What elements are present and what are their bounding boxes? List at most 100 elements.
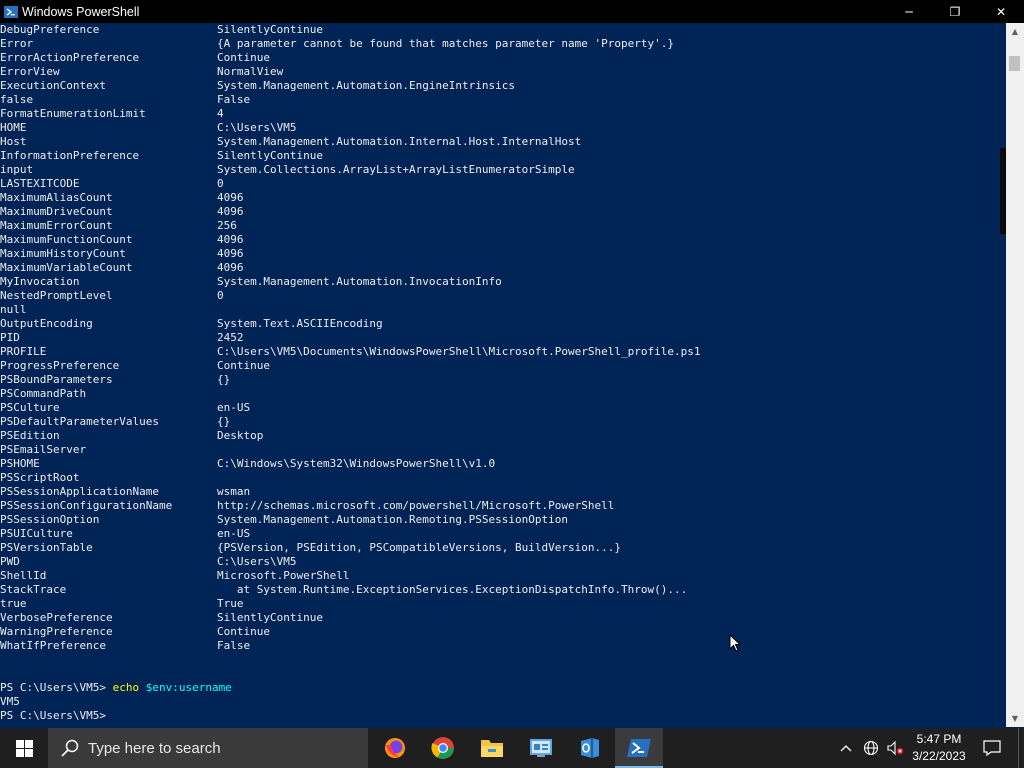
minimize-button[interactable]: ─	[886, 0, 932, 23]
clock-time: 5:47 PM	[916, 732, 962, 746]
variable-row: MaximumVariableCount 4096	[0, 261, 1006, 275]
variable-row: PSScriptRoot	[0, 471, 1006, 485]
variable-row: PROFILE C:\Users\VM5\Documents\WindowsPow…	[0, 345, 1006, 359]
variable-name: PSEdition	[0, 429, 60, 442]
close-icon: ✕	[995, 4, 1007, 19]
variable-row: PSVersionTable {PSVersion, PSEdition, PSC…	[0, 541, 1006, 555]
variable-name: OutputEncoding	[0, 317, 93, 330]
variable-row: MaximumDriveCount 4096	[0, 205, 1006, 219]
variable-name: MaximumErrorCount	[0, 219, 113, 232]
variable-name: ShellId	[0, 569, 47, 582]
variable-name: MaximumDriveCount	[0, 205, 113, 218]
variable-row: MaximumErrorCount 256	[0, 219, 1006, 233]
start-button[interactable]	[0, 728, 48, 768]
variable-value: System.Management.Automation.EngineIntri…	[217, 79, 516, 92]
variable-value: System.Management.Automation.InvocationI…	[217, 275, 502, 288]
variable-row: ProgressPreference Continue	[0, 359, 1006, 373]
variable-name: PSScriptRoot	[0, 471, 80, 484]
variable-name: PSVersionTable	[0, 541, 93, 554]
variable-name: LASTEXITCODE	[0, 177, 80, 190]
variable-name: PSBoundParameters	[0, 373, 113, 386]
variable-row: PSBoundParameters {}	[0, 373, 1006, 387]
taskbar-control-panel[interactable]	[517, 728, 565, 768]
variable-name: false	[0, 93, 34, 106]
variable-value: Desktop	[217, 429, 264, 442]
show-hidden-icons-button[interactable]	[836, 728, 856, 768]
show-desktop-button[interactable]	[1018, 728, 1024, 768]
variable-row: PSUICulture en-US	[0, 527, 1006, 541]
variable-row: FormatEnumerationLimit 4	[0, 107, 1006, 121]
clock-date: 3/22/2023	[912, 749, 966, 763]
search-placeholder: Type here to search	[88, 739, 221, 757]
maximize-button[interactable]: ❐	[932, 0, 978, 23]
variable-row: OutputEncoding System.Text.ASCIIEncoding	[0, 317, 1006, 331]
taskbar-powershell[interactable]	[615, 728, 663, 768]
network-globe-icon	[863, 740, 879, 756]
variable-value: Continue	[217, 51, 270, 64]
variable-row: HOME C:\Users\VM5	[0, 121, 1006, 135]
variable-value: en-US	[217, 401, 251, 414]
variable-row: NestedPromptLevel 0	[0, 289, 1006, 303]
variable-value: System.Text.ASCIIEncoding	[217, 317, 383, 330]
variable-value: 2452	[217, 331, 244, 344]
variable-name: MaximumAliasCount	[0, 191, 113, 204]
variable-row: PSEdition Desktop	[0, 429, 1006, 443]
variable-row: PSSessionConfigurationName http://schemas…	[0, 499, 1006, 513]
variable-value: {}	[217, 373, 231, 386]
variable-name: PSHOME	[0, 457, 40, 470]
prompt: PS C:\Users\VM5>	[0, 709, 113, 722]
variable-name: WhatIfPreference	[0, 639, 106, 652]
scroll-down-arrow-icon[interactable]: ▼	[1006, 710, 1024, 727]
variable-list: DebugPreference SilentlyContinue Error {A p…	[0, 23, 1006, 653]
title-bar[interactable]: Windows PowerShell ─ ❐ ✕	[0, 0, 1024, 23]
taskbar-search-box[interactable]: Type here to search	[48, 728, 368, 768]
variable-row: MaximumFunctionCount 4096	[0, 233, 1006, 247]
variable-value: C:\Windows\System32\WindowsPowerShell\v1…	[217, 457, 496, 470]
variable-row: MyInvocation System.Management.Automation…	[0, 275, 1006, 289]
volume-muted-icon	[887, 740, 904, 756]
variable-name: PSDefaultParameterValues	[0, 415, 159, 428]
variable-name: StackTrace	[0, 583, 67, 596]
notification-icon	[983, 740, 1001, 756]
prompt: PS C:\Users\VM5>	[0, 681, 113, 694]
variable-row: ErrorActionPreference Continue	[0, 51, 1006, 65]
variable-value: 4096	[217, 261, 244, 274]
taskbar-chrome[interactable]	[419, 728, 467, 768]
close-button[interactable]: ✕	[978, 0, 1024, 23]
variable-row: WhatIfPreference False	[0, 639, 1006, 653]
variable-value: wsman	[217, 485, 251, 498]
variable-value: C:\Users\VM5	[217, 555, 297, 568]
variable-name: PSSessionConfigurationName	[0, 499, 173, 512]
variable-row: PSCommandPath	[0, 387, 1006, 401]
taskbar-file-explorer[interactable]	[468, 728, 516, 768]
variable-row: null	[0, 303, 1006, 317]
taskbar-clock[interactable]: 5:47 PM 3/22/2023	[904, 728, 974, 768]
variable-row: PSEmailServer	[0, 443, 1006, 457]
variable-name: InformationPreference	[0, 149, 140, 162]
command-line: PS C:\Users\VM5> echo $env:username	[0, 681, 1006, 695]
variable-value: {PSVersion, PSEdition, PSCompatibleVersi…	[217, 541, 621, 554]
variable-name: PSSessionApplicationName	[0, 485, 159, 498]
taskbar-firefox[interactable]	[371, 728, 419, 768]
scroll-up-arrow-icon[interactable]: ▲	[1006, 23, 1024, 40]
variable-row: ErrorView NormalView	[0, 65, 1006, 79]
network-tray-button[interactable]	[860, 728, 882, 768]
console-output[interactable]: DebugPreference SilentlyContinue Error {A p…	[0, 23, 1006, 727]
variable-row: true True	[0, 597, 1006, 611]
variable-name: PID	[0, 331, 20, 344]
action-center-button[interactable]	[976, 728, 1008, 768]
restore-icon: ❐	[949, 4, 961, 19]
current-prompt-line[interactable]: PS C:\Users\VM5>	[0, 709, 1006, 723]
variable-row: PWD C:\Users\VM5	[0, 555, 1006, 569]
variable-name: ErrorActionPreference	[0, 51, 140, 64]
vertical-scrollbar[interactable]: ▲ ▼	[1006, 23, 1024, 727]
variable-value: at System.Runtime.ExceptionServices.Exce…	[217, 583, 688, 596]
variable-name: true	[0, 597, 27, 610]
scrollbar-thumb[interactable]	[1009, 56, 1020, 71]
variable-row: PSDefaultParameterValues {}	[0, 415, 1006, 429]
volume-tray-button[interactable]	[884, 728, 906, 768]
variable-value: http://schemas.microsoft.com/powershell/…	[217, 499, 615, 512]
variable-value: Continue	[217, 359, 270, 372]
taskbar-azure-data-studio[interactable]	[566, 728, 614, 768]
